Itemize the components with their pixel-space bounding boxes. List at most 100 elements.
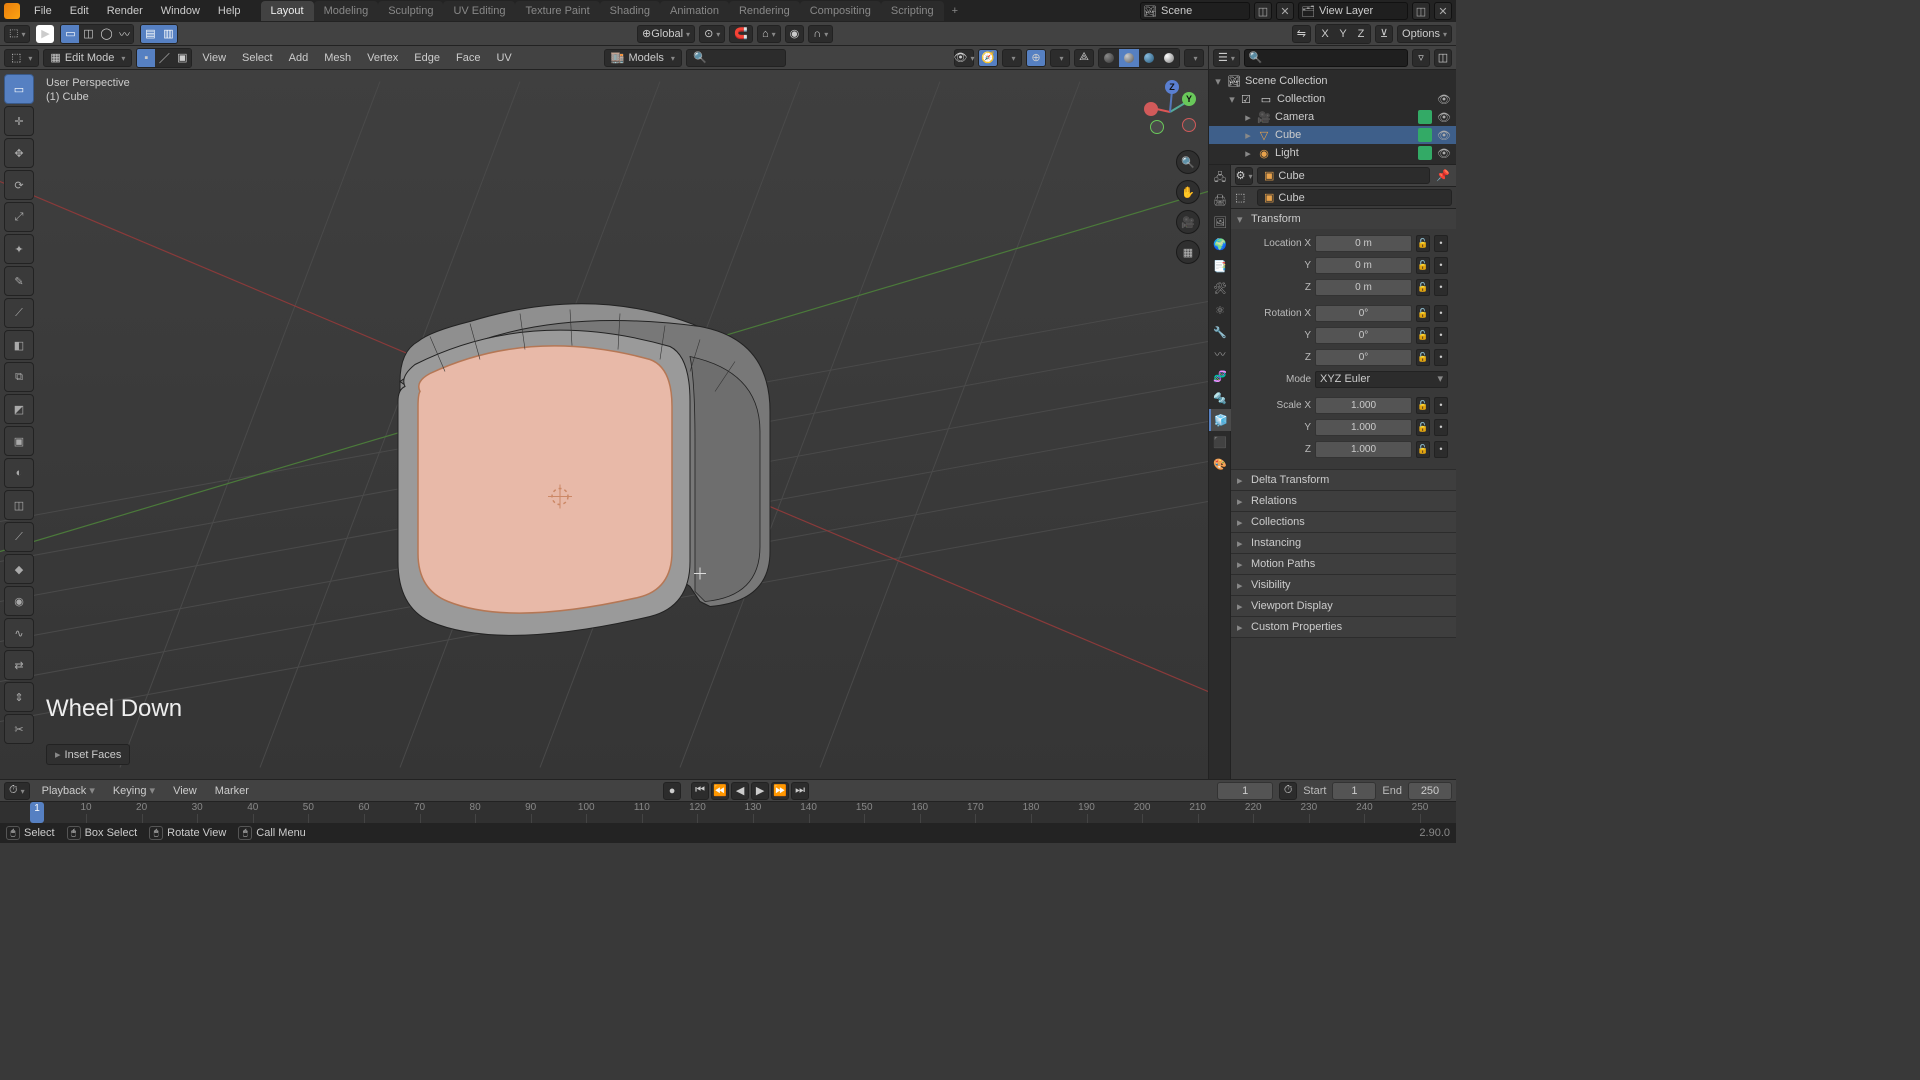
panel-viewport display[interactable]: ▸Viewport Display	[1231, 596, 1456, 616]
jump-start-button[interactable]: ⏮	[691, 782, 709, 800]
tool-spin[interactable]: ◉	[4, 586, 34, 616]
rotation-y-lock[interactable]: 🔓	[1416, 327, 1430, 344]
panel-delta transform[interactable]: ▸Delta Transform	[1231, 470, 1456, 490]
shading-wireframe[interactable]	[1099, 49, 1119, 67]
current-frame-field[interactable]: 1	[1217, 782, 1273, 800]
tool-poly-build[interactable]: ◆	[4, 554, 34, 584]
scene-name-input[interactable]	[1159, 3, 1249, 19]
gizmo-zoom[interactable]: 🔍	[1176, 150, 1200, 174]
tab-rendering[interactable]: Rendering	[729, 1, 800, 21]
nav-z-axis[interactable]: Z	[1165, 80, 1179, 94]
prop-tab-8[interactable]: 〰	[1209, 343, 1231, 365]
location-x-lock[interactable]: 🔓	[1416, 235, 1430, 252]
menu-file[interactable]: File	[26, 2, 60, 20]
menu-window[interactable]: Window	[153, 2, 208, 20]
overlays-dropdown[interactable]	[1050, 49, 1070, 67]
delete-viewlayer-button[interactable]: ✕	[1434, 2, 1452, 20]
rotation-y-field[interactable]: 0°	[1315, 327, 1412, 344]
location-y-lock[interactable]: 🔓	[1416, 257, 1430, 274]
play-reverse-button[interactable]: ◀	[731, 782, 749, 800]
pin-id-button[interactable]: 📌	[1434, 167, 1452, 185]
tab-compositing[interactable]: Compositing	[800, 1, 881, 21]
scale-y-field[interactable]: 1.000	[1315, 419, 1412, 436]
select-mode-tweak[interactable]: ▭	[61, 25, 79, 43]
nav-gizmo[interactable]: Y Z	[1142, 84, 1198, 140]
tool-select-box[interactable]: ▭	[4, 74, 34, 104]
jump-next-key-button[interactable]: ⏩	[771, 782, 789, 800]
timeline-track[interactable]: 1102030405060708090100110120130140150160…	[0, 802, 1456, 823]
outliner-display-mode-dropdown[interactable]: ☰	[1213, 49, 1240, 67]
nav-neg-x[interactable]	[1182, 118, 1196, 132]
jump-end-button[interactable]: ⏭	[791, 782, 809, 800]
preview-range-toggle[interactable]: ⏱	[1279, 782, 1297, 800]
prop-tab-3[interactable]: 🌍	[1209, 233, 1231, 255]
tool-annotate[interactable]: ✎	[4, 266, 34, 296]
prop-tab-6[interactable]: ⚛	[1209, 299, 1231, 321]
viewlayer-name-input[interactable]	[1317, 3, 1407, 19]
add-workspace-button[interactable]: +	[944, 1, 966, 21]
shading-solid[interactable]	[1119, 49, 1139, 67]
outliner-search[interactable]: 🔍	[1244, 49, 1408, 67]
location-y-field[interactable]: 0 m	[1315, 257, 1412, 274]
location-z-lock[interactable]: 🔓	[1416, 279, 1430, 296]
collection-visibility-toggle[interactable]: 👁	[1436, 93, 1452, 106]
outliner-item-cube[interactable]: ▸▽Cube👁	[1209, 126, 1456, 144]
object-search-field[interactable]: 🔍	[686, 49, 786, 67]
tool-extrude-region[interactable]: ⧉	[4, 362, 34, 392]
delete-scene-button[interactable]: ✕	[1276, 2, 1294, 20]
select-mode-lasso[interactable]: 〰	[115, 25, 133, 43]
scale-x-field[interactable]: 1.000	[1315, 397, 1412, 414]
tab-modeling[interactable]: Modeling	[314, 1, 379, 21]
shading-matprev[interactable]	[1139, 49, 1159, 67]
outliner-filter-button[interactable]: ▿	[1412, 49, 1430, 67]
scale-x-lock[interactable]: 🔓	[1416, 397, 1430, 414]
vp-menu-view[interactable]: View	[196, 49, 232, 67]
edge-select-button[interactable]: ／	[155, 49, 173, 67]
gizmo-dropdown[interactable]	[1002, 49, 1022, 67]
mirror-x-button[interactable]: X	[1316, 25, 1334, 43]
proportional-falloff-dropdown[interactable]: ∩	[808, 25, 833, 43]
nav-x-axis[interactable]	[1144, 102, 1158, 116]
object-name-field[interactable]: ▣Cube	[1257, 167, 1430, 184]
prop-tab-13[interactable]: 🎨	[1209, 453, 1231, 475]
play-button[interactable]: ▶	[751, 782, 769, 800]
prop-tab-5[interactable]: 🛠	[1209, 277, 1231, 299]
tab-sculpting[interactable]: Sculpting	[378, 1, 443, 21]
prop-tab-9[interactable]: 🧬	[1209, 365, 1231, 387]
rotation-mode-dropdown[interactable]: XYZ Euler ▾	[1315, 371, 1448, 388]
pivot-dropdown[interactable]: ⊙	[699, 25, 725, 43]
prop-tab-12[interactable]: ⬛	[1209, 431, 1231, 453]
new-scene-button[interactable]: ◫	[1254, 2, 1272, 20]
mirror-z-button[interactable]: Z	[1352, 25, 1370, 43]
jump-prev-key-button[interactable]: ⏪	[711, 782, 729, 800]
panel-relations[interactable]: ▸Relations	[1231, 491, 1456, 511]
timeline-menu-marker[interactable]: Marker	[209, 783, 255, 799]
editor-type-3dview-dropdown[interactable]: ⬚	[4, 49, 39, 67]
gizmo-camera-view[interactable]: 🎥	[1176, 210, 1200, 234]
show-gizmo-toggle[interactable]: 🧭	[978, 49, 998, 67]
tool-smooth[interactable]: ∿	[4, 618, 34, 648]
view-object-types-dropdown[interactable]: 👁	[954, 49, 974, 67]
item-visibility-toggle[interactable]: 👁	[1436, 111, 1452, 124]
tool-move[interactable]: ✥	[4, 138, 34, 168]
outliner-item-light[interactable]: ▸◉Light👁	[1209, 144, 1456, 162]
cursor-tool-icon[interactable]: ▶	[36, 25, 54, 43]
panel-collections[interactable]: ▸Collections	[1231, 512, 1456, 532]
editor-type-dropdown[interactable]: ⬚	[4, 25, 30, 43]
select-mode-box[interactable]: ◫	[79, 25, 97, 43]
rotation-z-lock[interactable]: 🔓	[1416, 349, 1430, 366]
drag-action-1[interactable]: ▤	[141, 25, 159, 43]
gizmo-pan[interactable]: ✋	[1176, 180, 1200, 204]
nav-neg-y[interactable]	[1150, 120, 1164, 134]
tab-animation[interactable]: Animation	[660, 1, 729, 21]
start-frame-field[interactable]: 1	[1332, 782, 1376, 800]
location-x-field[interactable]: 0 m	[1315, 235, 1412, 252]
vp-menu-add[interactable]: Add	[283, 49, 315, 67]
properties-editor-dropdown[interactable]: ⚙	[1235, 167, 1253, 185]
select-mode-circle[interactable]: ◯	[97, 25, 115, 43]
tool-loop-cut[interactable]: ◫	[4, 490, 34, 520]
outliner-new-collection-button[interactable]: ◫	[1434, 49, 1452, 67]
gizmo-toggle-ortho[interactable]: ▦	[1176, 240, 1200, 264]
drag-action-2[interactable]: ▥	[159, 25, 177, 43]
viewlayer-browse-icon[interactable]: 🗂	[1299, 5, 1317, 18]
